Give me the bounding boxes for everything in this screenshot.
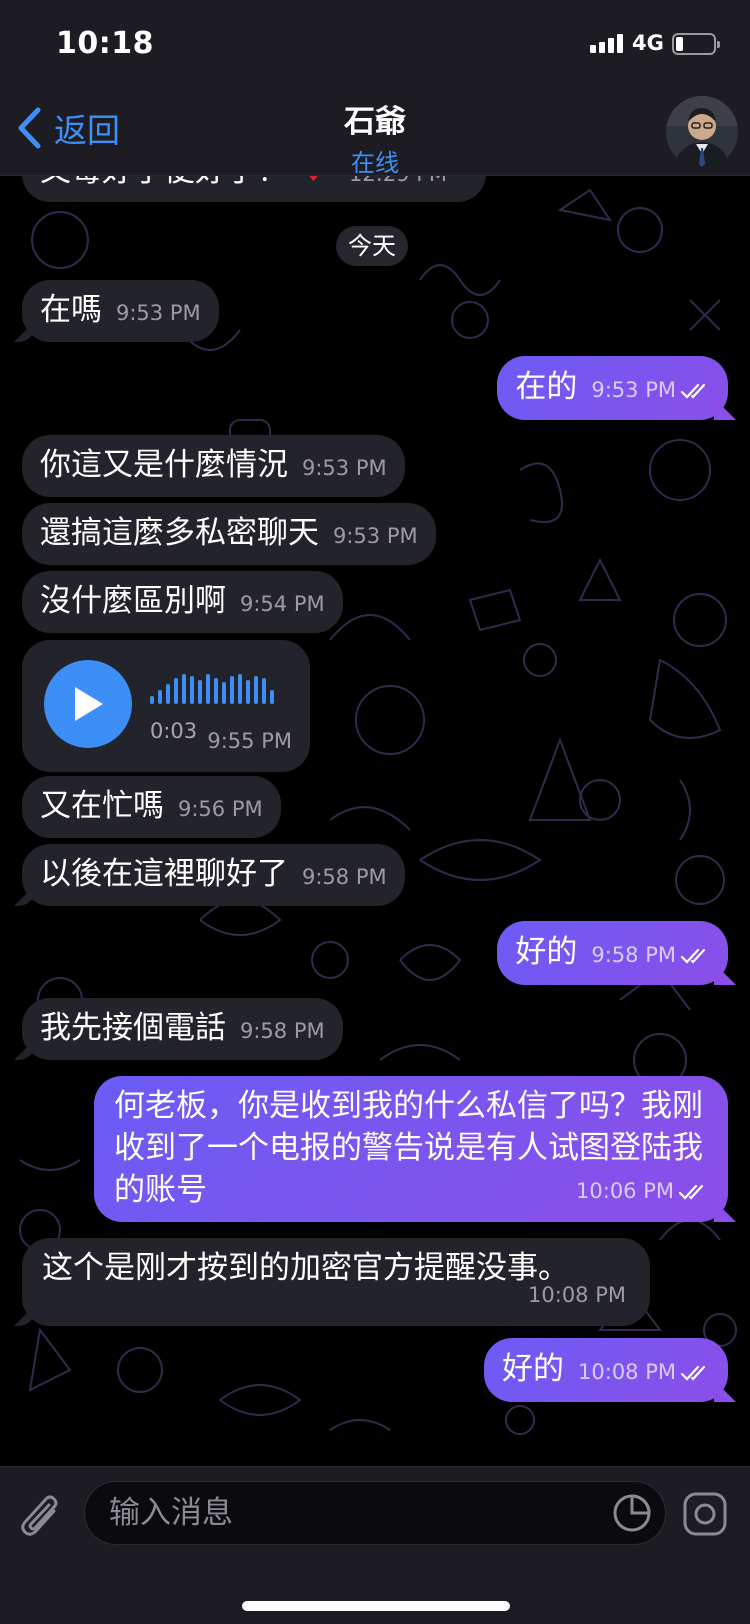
voice-waveform[interactable] [150, 672, 274, 704]
waveform-bar [166, 684, 170, 704]
waveform-bar [270, 690, 274, 704]
waveform-bar [206, 674, 210, 704]
double-check-icon [678, 1169, 708, 1211]
paperclip-icon [21, 1495, 58, 1536]
play-button[interactable] [44, 660, 132, 748]
home-indicator[interactable] [242, 1601, 510, 1611]
message-incoming[interactable]: 你這又是什麼情況 9:53 PM [22, 435, 405, 497]
waveform-bar [174, 678, 178, 704]
waveform-bar [190, 676, 194, 704]
avatar[interactable] [666, 96, 738, 168]
status-time: 10:18 [56, 26, 154, 61]
sticker-button[interactable] [611, 1492, 653, 1534]
contact-photo [666, 96, 738, 168]
message-incoming-partial[interactable]: 又毒好了便好了！ ♥ 12:29 PM [22, 176, 486, 202]
waveform-bar [238, 674, 242, 704]
message-incoming[interactable]: 還搞這麼多私密聊天 9:53 PM [22, 503, 436, 565]
message-incoming[interactable]: 以後在這裡聊好了 9:58 PM [22, 844, 405, 906]
play-icon [75, 687, 103, 721]
double-check-icon [680, 1350, 710, 1392]
message-outgoing[interactable]: 好的 9:58 PM [497, 921, 728, 985]
waveform-bar [230, 676, 234, 704]
message-input[interactable] [109, 1482, 589, 1544]
voice-time: 9:55 PM [207, 729, 292, 753]
message-input-bar [0, 1466, 750, 1624]
sticker-icon [613, 1494, 651, 1532]
waveform-bar [198, 680, 202, 704]
message-outgoing[interactable]: 在的 9:53 PM [497, 356, 728, 420]
waveform-bar [246, 680, 250, 704]
contact-name: 石爺 [344, 104, 406, 140]
double-check-icon [680, 368, 710, 410]
message-meta: 10:06 PM [576, 1167, 708, 1212]
voice-message[interactable]: 0:03 9:55 PM [22, 640, 310, 772]
network-type: 4G [632, 31, 664, 55]
camera-button[interactable] [682, 1491, 728, 1537]
voice-duration: 0:03 [150, 719, 198, 743]
message-incoming[interactable]: 在嗎 9:53 PM [22, 280, 219, 342]
waveform-bar [182, 674, 186, 704]
message-incoming[interactable]: 这个是刚才按到的加密官方提醒没事。 10:08 PM [22, 1238, 650, 1326]
camera-icon [683, 1492, 727, 1536]
waveform-bar [262, 678, 266, 704]
message-incoming[interactable]: 又在忙嗎 9:56 PM [22, 776, 281, 838]
attach-button[interactable] [20, 1491, 64, 1543]
message-field[interactable] [84, 1481, 666, 1545]
waveform-bar [222, 682, 226, 704]
message-incoming[interactable]: 我先接個電話 9:58 PM [22, 998, 343, 1060]
waveform-bar [158, 690, 162, 704]
contact-status: 在线 [351, 149, 399, 177]
date-separator: 今天 [336, 226, 408, 266]
chat-title[interactable]: 石爺 在线 [0, 96, 750, 178]
signal-icon [590, 34, 623, 53]
message-outgoing[interactable]: 何老板，你是收到我的什么私信了吗？我刚收到了一个电报的警告说是有人试图登陆我的账… [94, 1076, 728, 1222]
battery-icon [672, 33, 720, 55]
message-outgoing[interactable]: 好的 10:08 PM [484, 1338, 728, 1402]
double-check-icon [680, 933, 710, 975]
waveform-bar [254, 676, 258, 704]
waveform-bar [214, 678, 218, 704]
waveform-bar [150, 696, 154, 704]
top-bar: 10:18 4G 返回 石爺 在线 [0, 0, 750, 178]
message-incoming[interactable]: 沒什麼區別啊 9:54 PM [22, 571, 343, 633]
chat-area[interactable]: 又毒好了便好了！ ♥ 12:29 PM 今天 在嗎9:53 PM 在的9:53 … [0, 176, 750, 1466]
